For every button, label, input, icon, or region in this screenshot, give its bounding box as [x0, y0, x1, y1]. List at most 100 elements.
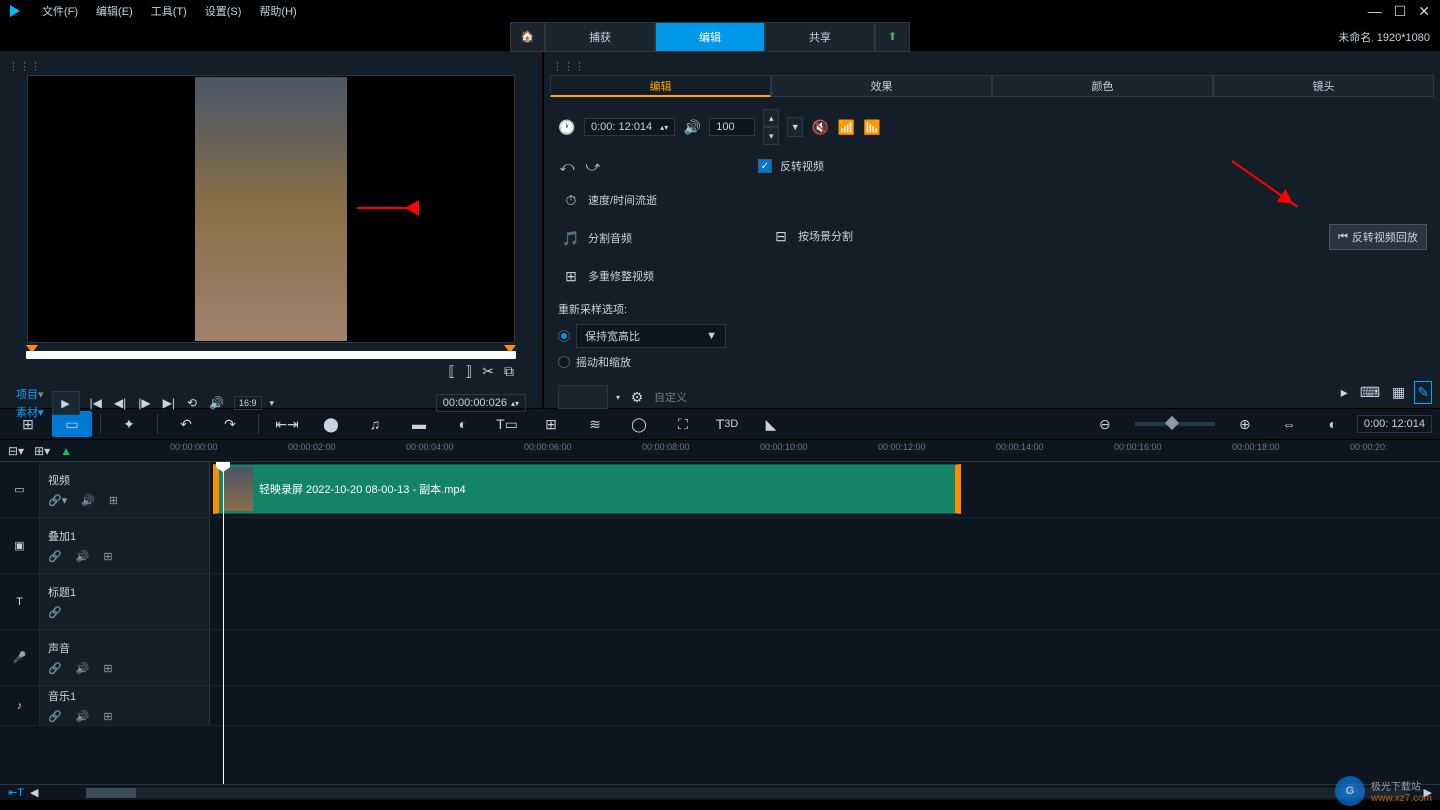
overlay-track-body[interactable]	[210, 518, 1440, 573]
next-frame-button[interactable]: |▶	[136, 394, 152, 412]
panel-grip[interactable]: ⋮⋮⋮	[6, 58, 536, 75]
resample-label: 重新采样选项:	[550, 293, 1434, 321]
volume-input[interactable]: 100	[709, 118, 755, 136]
ruler-tick: 00:00:10:00	[760, 442, 808, 452]
minimize-button[interactable]: —	[1368, 3, 1382, 20]
panel-grip[interactable]: ⋮⋮⋮	[550, 58, 1434, 75]
duration-input[interactable]: 0:00: 12:014▴▾	[584, 118, 675, 136]
video-track-body[interactable]: 轻映录屏 2022-10-20 08-00-13 - 副本.mp4	[210, 462, 1440, 517]
link-icon[interactable]: 🔗▾	[48, 494, 67, 507]
pattern-icon[interactable]: ⊞	[103, 662, 112, 675]
pattern-icon[interactable]: ⊞	[103, 550, 112, 563]
vol-dropdown[interactable]: ▼	[787, 117, 803, 137]
horizontal-scrollbar[interactable]	[86, 788, 1408, 798]
preview-timecode[interactable]: 00:00:00:026 ▴▾	[436, 394, 526, 412]
playhead[interactable]	[223, 462, 224, 784]
time-ruler[interactable]: 00:00:00:0000:00:02:0000:00:04:0000:00:0…	[170, 440, 1440, 461]
menu-file[interactable]: 文件(F)	[42, 3, 78, 19]
sound-track-body[interactable]	[210, 630, 1440, 685]
overlay-track-icon[interactable]: ▣	[0, 518, 40, 573]
go-start-button[interactable]: |◀	[88, 394, 104, 412]
keep-aspect-radio[interactable]	[558, 330, 570, 342]
snapshot-icon[interactable]: ⧉	[504, 363, 514, 380]
sound-icon[interactable]: 🔊	[81, 494, 95, 507]
scroll-left-icon[interactable]: ◀	[30, 786, 38, 799]
video-preview[interactable]	[27, 75, 515, 343]
split-audio-option[interactable]: 🎵分割音频	[558, 225, 768, 251]
speed-option[interactable]: ⏱速度/时间流逝	[558, 187, 768, 213]
music-track-body[interactable]	[210, 686, 1440, 725]
opttab-effect[interactable]: 效果	[771, 75, 992, 97]
multi-trim-option[interactable]: ⊞多重修整视频	[558, 263, 768, 289]
sound-icon[interactable]: 🔊	[76, 550, 90, 563]
add-track-icon[interactable]: ⊞▾	[34, 444, 50, 458]
reverse-checkbox[interactable]	[758, 159, 772, 173]
project-mode-label[interactable]: 项目▾	[16, 386, 44, 402]
sound-track-icon[interactable]: 🎤	[0, 630, 40, 685]
color-swatch[interactable]	[558, 385, 608, 409]
mute-icon[interactable]: 🔇	[811, 118, 829, 136]
menu-help[interactable]: 帮助(H)	[259, 3, 296, 19]
cut-icon[interactable]: ✂	[482, 363, 494, 380]
home-button[interactable]: 🏠	[510, 22, 545, 52]
expand-icon[interactable]: ▲	[60, 444, 72, 458]
video-clip[interactable]: 轻映录屏 2022-10-20 08-00-13 - 副本.mp4	[213, 464, 961, 514]
opttab-lens[interactable]: 镜头	[1213, 75, 1434, 97]
keyboard-icon[interactable]: ⌨	[1357, 381, 1383, 404]
opttab-color[interactable]: 颜色	[992, 75, 1213, 97]
close-button[interactable]: ✕	[1418, 3, 1430, 20]
volume-button[interactable]: 🔊	[207, 394, 226, 412]
next-panel-icon[interactable]: ▸	[1338, 381, 1351, 404]
bracket-out-icon[interactable]: ⟧	[465, 363, 472, 380]
sound-icon[interactable]: 🔊	[76, 710, 90, 723]
custom-label: 自定义	[654, 389, 687, 405]
vol-up[interactable]: ▴	[763, 109, 779, 127]
fade-out-icon[interactable]: 📶	[863, 118, 881, 136]
loop-button[interactable]: ⟲	[185, 394, 199, 412]
menu-tools[interactable]: 工具(T)	[151, 3, 187, 19]
vol-down[interactable]: ▾	[763, 127, 779, 145]
menu-edit[interactable]: 编辑(E)	[96, 3, 133, 19]
scene-split-option[interactable]: ⊟按场景分割	[768, 223, 978, 249]
link-icon[interactable]: 🔗	[48, 606, 62, 619]
tab-capture[interactable]: 捕获	[545, 22, 655, 52]
tab-edit[interactable]: 编辑	[655, 22, 765, 52]
timeline-timecode[interactable]: 0:00: 12:014	[1357, 415, 1432, 433]
prev-frame-button[interactable]: ◀|	[112, 394, 128, 412]
maximize-button[interactable]: ☐	[1394, 3, 1407, 20]
export-icon[interactable]: ⬆	[875, 22, 910, 52]
reverse-label: 反转视频	[780, 158, 824, 174]
keep-aspect-dropdown[interactable]: 保持宽高比▼	[576, 324, 726, 348]
bracket-in-icon[interactable]: ⟦	[448, 363, 455, 380]
video-track-icon[interactable]: ▭	[0, 462, 40, 517]
custom-icon[interactable]: ⚙	[628, 388, 646, 406]
play-button[interactable]: ▶	[52, 391, 80, 415]
sound-icon[interactable]: 🔊	[76, 662, 90, 675]
track-options-icon[interactable]: ⊟▾	[8, 444, 24, 458]
scrubber[interactable]	[26, 351, 516, 359]
pattern-icon[interactable]: ⊞	[103, 710, 112, 723]
rotate-left-icon[interactable]: ⤺	[558, 157, 576, 175]
zoom-slider[interactable]	[1135, 422, 1215, 426]
tab-share[interactable]: 共享	[765, 22, 875, 52]
edit-icon[interactable]: ✎	[1414, 381, 1432, 404]
go-end-button[interactable]: ▶|	[161, 394, 177, 412]
pattern-icon[interactable]: ⊞	[109, 494, 118, 507]
link-icon[interactable]: 🔗	[48, 662, 62, 675]
music-track-icon[interactable]: ♪	[0, 686, 40, 725]
link-icon[interactable]: 🔗	[48, 710, 62, 723]
collapse-icon[interactable]: ⇤T	[8, 786, 24, 799]
aspect-ratio[interactable]: 16:9	[234, 396, 262, 410]
opttab-edit[interactable]: 编辑	[550, 75, 771, 97]
video-track-header: 视频 🔗▾🔊⊞	[40, 462, 210, 517]
title-track-icon[interactable]: T	[0, 574, 40, 629]
material-mode-label[interactable]: 素材▾	[16, 404, 44, 420]
menu-bar: 文件(F) 编辑(E) 工具(T) 设置(S) 帮助(H)	[30, 3, 297, 19]
rotate-right-icon[interactable]: ⤻	[584, 157, 602, 175]
layout-icon[interactable]: ▦	[1389, 381, 1408, 404]
pan-zoom-radio[interactable]	[558, 356, 570, 368]
title-track-body[interactable]	[210, 574, 1440, 629]
link-icon[interactable]: 🔗	[48, 550, 62, 563]
fade-in-icon[interactable]: 📶	[837, 118, 855, 136]
menu-settings[interactable]: 设置(S)	[205, 3, 242, 19]
